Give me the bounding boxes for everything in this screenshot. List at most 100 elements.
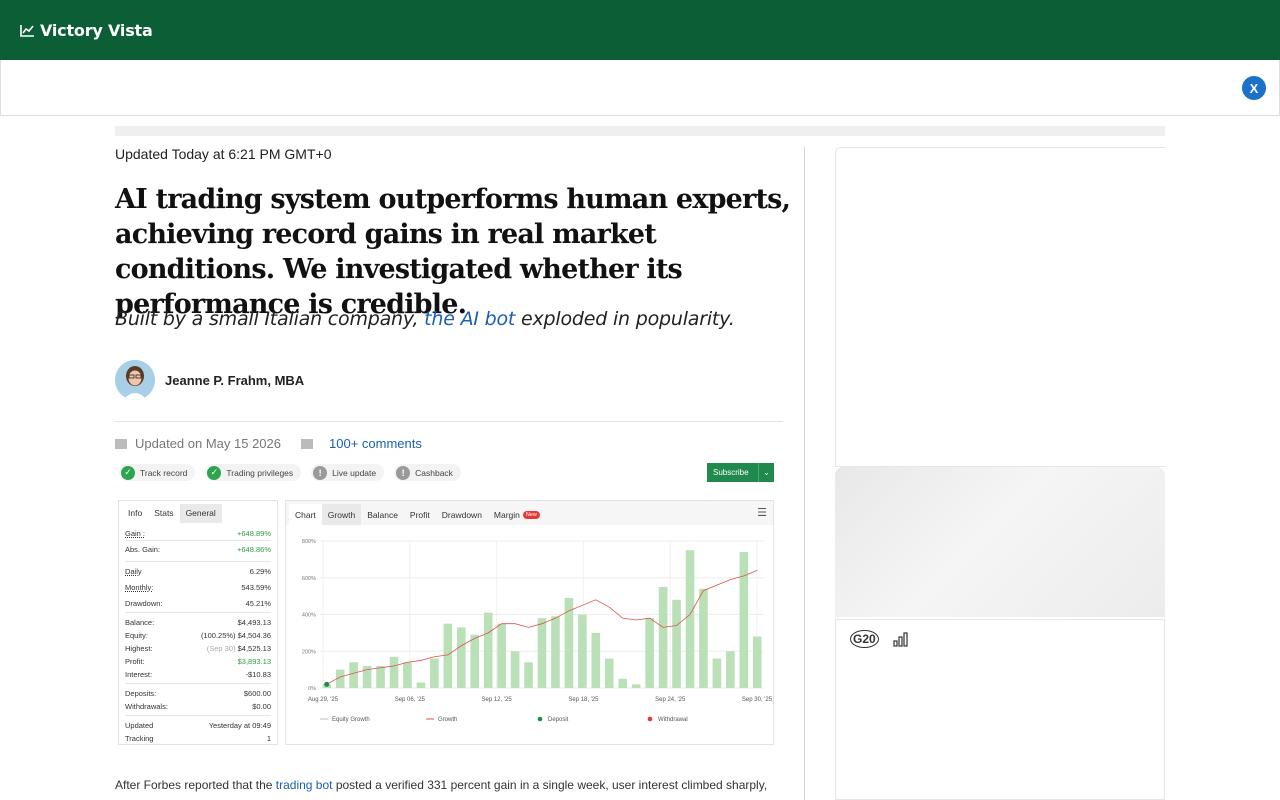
stat-label: Interest: (125, 670, 153, 679)
chart-bar (430, 658, 439, 688)
stat-label: Updated (125, 721, 154, 730)
stat-value: 45.21% (245, 599, 271, 608)
ad-slot (835, 147, 1165, 467)
stat-label: Highest: (125, 644, 153, 653)
divider (115, 421, 783, 422)
new-badge: New (522, 510, 540, 519)
chart-bar (578, 614, 587, 688)
growth-chart: 0% 200% 400% 600% 800% Aug 29, '25 Sep 06, '25… (302, 539, 773, 723)
chart-bar (591, 632, 601, 688)
tab-drawdown[interactable]: Drawdown (436, 504, 488, 525)
bar-chart-icon[interactable] (893, 632, 909, 647)
site-logo[interactable]: Victory Vista (20, 21, 153, 40)
chart-bar (712, 658, 722, 688)
y-tick-label: 600% (302, 576, 316, 582)
badge-label: Cashback (415, 467, 453, 478)
stat-value: Yesterday at 09:49 (208, 721, 271, 730)
g20-icon[interactable]: G20 (850, 630, 879, 648)
chart-bar (497, 623, 506, 688)
badge-cashback: ! Cashback (394, 464, 461, 481)
chart-bar (618, 678, 628, 688)
chart-bar (564, 597, 574, 688)
chart-bar (510, 651, 520, 688)
site-name: Victory Vista (40, 20, 153, 40)
top-bar: Victory Vista (0, 0, 1280, 60)
tab-info[interactable]: Info (122, 504, 148, 523)
ad-slot-lower: G20 (835, 619, 1165, 800)
subhead-link[interactable]: the AI bot (424, 308, 515, 330)
subhead-text-end: exploded in popularity. (515, 308, 735, 330)
stat-value: 543.59% (241, 583, 271, 592)
tab-margin-label: Margin (493, 509, 520, 520)
chart-bar (604, 658, 614, 688)
chart-bar (524, 662, 533, 688)
stat-row: Balance: $4,493.13 (125, 618, 271, 627)
tab-profit[interactable]: Profit (404, 504, 436, 525)
legend-swatch (647, 716, 653, 722)
legend-swatch (537, 716, 543, 722)
chart-bar (658, 586, 668, 688)
x-tick-label: Sep 30, '25 (742, 697, 773, 703)
chart-bar (752, 636, 762, 688)
badge-label: Track record (140, 467, 188, 478)
stat-value: +648.86% (237, 545, 271, 554)
comments-link[interactable]: 100+ comments (329, 436, 422, 451)
x-icon[interactable]: X (1242, 76, 1266, 100)
stat-row: Withdrawals: $0.00 (125, 702, 271, 711)
updated-timestamp: Updated Today at 6:21 PM GMT+0 (115, 146, 332, 162)
author-byline: Jeanne P. Frahm, MBA (115, 360, 304, 400)
chart-bar (456, 627, 466, 688)
chart-bar (685, 550, 695, 688)
stat-value: $3,893.13 (237, 657, 271, 666)
subscribe-button[interactable]: Subscribe ⌄ (707, 463, 774, 482)
divider (125, 540, 271, 541)
ad-strip (115, 126, 1165, 136)
stat-label: Drawdown: (125, 599, 163, 608)
stat-label: Deposits: (125, 689, 157, 698)
stat-value: $4,493.13 (237, 618, 271, 627)
chart-bar (403, 662, 412, 688)
stat-note: (Sep 30) (206, 644, 236, 653)
tab-general[interactable]: General (179, 504, 222, 523)
article-headline: AI trading system outperforms human expe… (115, 184, 791, 320)
tab-stats[interactable]: Stats (148, 504, 179, 523)
article-body: After Forbes reported that the trading b… (115, 775, 785, 800)
chart-bar (699, 588, 708, 688)
chart-panel: Chart Growth Balance Profit Drawdown Mar… (285, 500, 774, 745)
chart-bar (443, 623, 453, 688)
stat-row: Monthly: 543.59% (125, 583, 271, 592)
y-tick-label: 200% (302, 649, 316, 655)
chart-bar (551, 616, 560, 688)
tab-growth[interactable]: Growth (321, 504, 362, 525)
stat-label: Balance: (125, 618, 155, 627)
document-icon (115, 438, 127, 449)
badge-label: Trading privileges (226, 467, 294, 478)
stats-panel: Info Stats General Gain : +648.89% Abs. G… (118, 500, 278, 745)
subscribe-label: Subscribe (713, 468, 749, 477)
sub-bar: X (0, 60, 1280, 116)
subhead-text: Built by a small Italian company, (115, 308, 425, 330)
badge-trading-privileges: ✓ Trading privileges (205, 464, 302, 481)
ad-banner (835, 467, 1165, 617)
stat-value: (100.25%) $4,504.36 (200, 631, 271, 640)
chart-bar (470, 634, 480, 688)
stat-row: Equity: (100.25%) $4,504.36 (125, 631, 271, 640)
stat-label: Tracking (125, 734, 154, 743)
tab-balance[interactable]: Balance (361, 504, 404, 525)
legend-label: Equity Growth (332, 717, 370, 723)
avatar[interactable] (115, 360, 155, 400)
tab-chart[interactable]: Chart (289, 504, 322, 525)
chevron-down-icon[interactable]: ⌄ (758, 463, 774, 482)
divider (125, 561, 271, 562)
chart-bar (537, 618, 547, 688)
badge-track-record: ✓ Track record (119, 464, 196, 481)
stat-label: Abs. Gain: (125, 545, 161, 554)
info-icon: ! (313, 465, 328, 480)
tab-margin[interactable]: Margin New (488, 504, 546, 525)
stat-label: Profit: (125, 657, 145, 666)
settings-sliders-icon[interactable]: ☰ (757, 506, 767, 519)
body-link[interactable]: trading bot (276, 778, 333, 792)
author-name[interactable]: Jeanne P. Frahm, MBA (165, 373, 304, 388)
x-tick-label: Sep 06, '25 (395, 697, 426, 703)
stat-value: $0.00 (252, 702, 271, 711)
